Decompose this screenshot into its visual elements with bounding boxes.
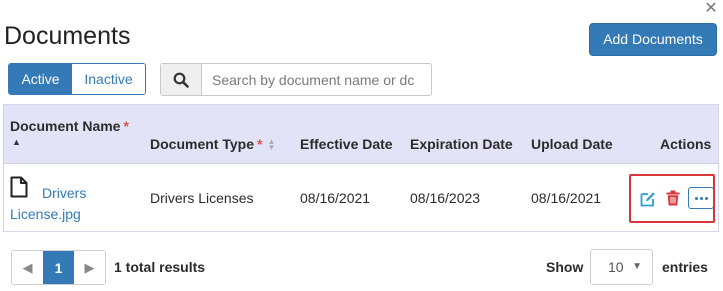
upload-date-cell: 08/16/2021 [531,190,602,206]
total-results-text: 1 total results [114,259,206,275]
pagination: ◀ 1 ▶ [11,250,106,285]
dot-icon [704,196,708,200]
more-options-button[interactable] [688,187,714,209]
column-header-effective-date: Effective Date [300,136,393,152]
close-icon[interactable]: ✕ [703,1,719,17]
sort-icon[interactable]: ▲ ▼ [267,138,275,152]
column-header-document-type[interactable]: Document Type * ▲ ▼ [150,136,275,152]
sort-ascending-icon[interactable]: ▲ [12,137,21,147]
table-row: Drivers License.jpg Drivers Licenses 08/… [4,165,718,231]
column-header-document-name[interactable]: Document Name * [10,118,129,134]
inactive-filter-button[interactable]: Inactive [72,64,145,94]
page-number-button[interactable]: 1 [43,251,74,284]
add-documents-button[interactable]: Add Documents [589,23,717,56]
trash-icon[interactable] [666,190,680,206]
status-toggle: Active Inactive [8,63,146,95]
column-header-actions: Actions [660,136,712,152]
dot-icon [699,196,703,200]
table-header: Document Name * ▲ Document Type * ▲ ▼ Effect… [4,105,718,164]
page-size-value: 10 [608,259,624,275]
dot-icon [694,196,698,200]
entries-label: entries [662,259,708,275]
next-page-button[interactable]: ▶ [74,251,105,284]
required-marker: * [123,118,129,134]
expiration-date-cell: 08/16/2023 [410,190,481,206]
chevron-down-icon: ▼ [632,261,642,272]
search-input[interactable] [202,64,431,95]
show-label: Show [546,259,584,275]
column-header-expiration-date: Expiration Date [410,136,513,152]
column-label: Document Type [150,136,254,152]
documents-table: Document Name * ▲ Document Type * ▲ ▼ Effect… [3,104,719,232]
column-label: Document Name [10,118,121,134]
page-title: Documents [4,22,131,50]
search-bar [160,63,432,96]
document-name-link[interactable]: Drivers License.jpg [10,183,120,225]
page-size-select[interactable]: 10 ▼ [590,249,653,285]
active-filter-button[interactable]: Active [9,64,72,94]
effective-date-cell: 08/16/2021 [300,190,371,206]
search-icon[interactable] [161,64,202,95]
edit-icon[interactable] [640,191,656,207]
column-header-upload-date: Upload Date [531,136,613,152]
document-type-cell: Drivers Licenses [150,190,254,206]
required-marker: * [256,136,263,152]
prev-page-button[interactable]: ◀ [12,251,43,284]
